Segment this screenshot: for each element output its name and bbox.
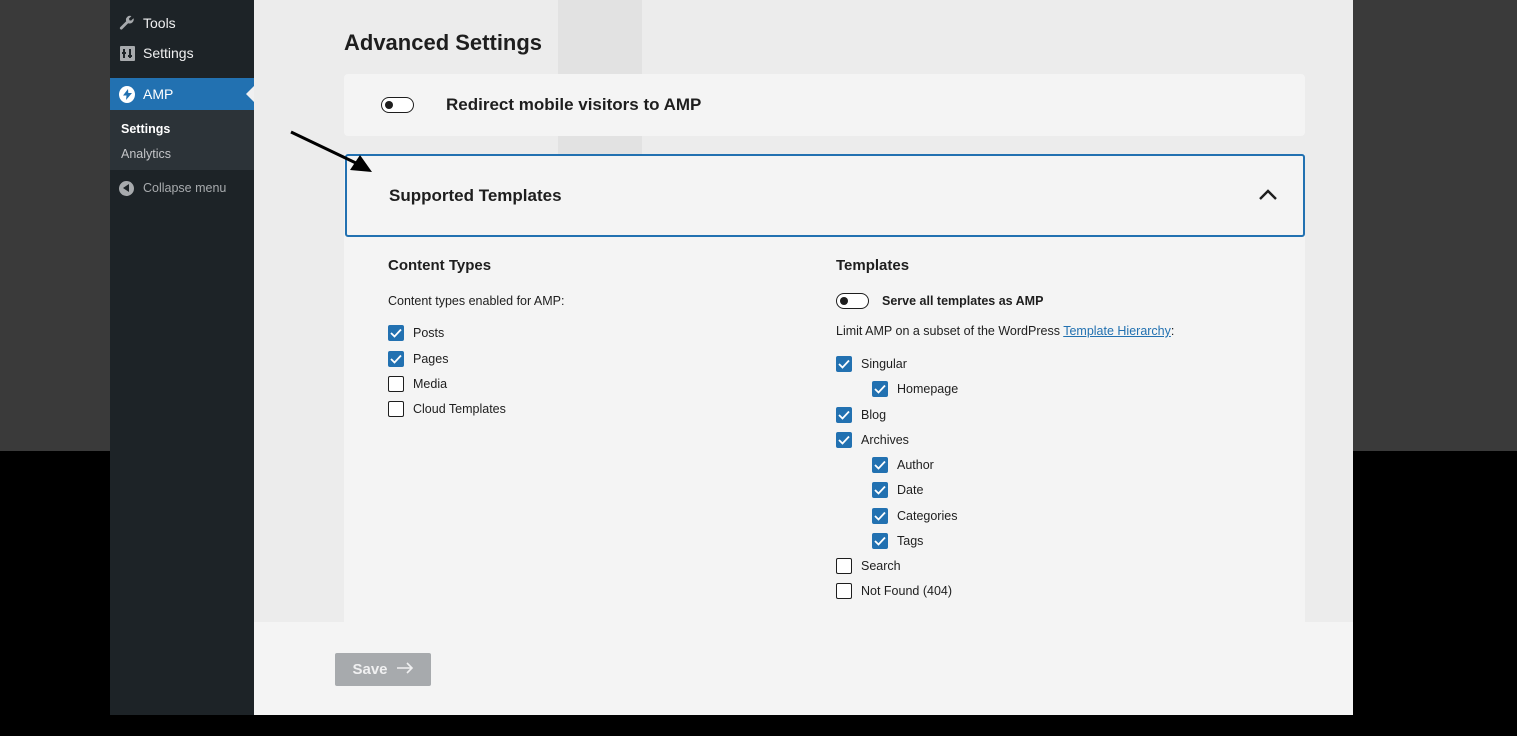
templates-description-text: Limit AMP on a subset of the WordPress [836,324,1064,338]
admin-sidebar: Tools Settings AMP Settings Analytics Co… [110,0,254,715]
template-row[interactable]: Homepage [872,380,958,398]
redirect-label: Redirect mobile visitors to AMP [446,95,702,114]
content-type-checkbox[interactable] [388,351,404,367]
template-hierarchy-link[interactable]: Template Hierarchy [1063,324,1171,338]
collapse-icon [119,180,134,196]
footer-bar: Save [254,622,1353,715]
content-type-label: Pages [413,352,449,366]
template-checkbox[interactable] [836,407,852,423]
page-title: Advanced Settings [344,30,543,55]
submenu-item-settings[interactable]: Settings [121,122,170,136]
chevron-up-icon[interactable] [1257,184,1279,206]
serve-all-toggle[interactable] [836,293,869,309]
content-type-checkbox[interactable] [388,401,404,417]
redirect-card: Redirect mobile visitors to AMP [344,74,1305,136]
template-checkbox[interactable] [836,583,852,599]
template-row[interactable]: Tags [872,532,923,550]
template-label: Blog [861,408,887,422]
sidebar-item-label: Tools [143,15,176,31]
settings-icon [119,45,135,61]
content-types-title: Content Types [388,257,492,274]
sidebar-item-tools[interactable]: Tools [110,8,254,38]
save-button[interactable]: Save [335,653,431,686]
panel-title: Supported Templates [389,186,562,205]
content-type-row[interactable]: Pages [388,350,448,368]
template-checkbox[interactable] [836,558,852,574]
amp-bolt-icon [119,85,135,103]
templates-description: Limit AMP on a subset of the WordPress T… [836,324,1174,338]
template-label: Singular [861,357,907,371]
toggle-knob [840,297,848,305]
template-row[interactable]: Singular [836,355,907,373]
template-label: Author [897,458,934,472]
content-type-label: Posts [413,326,445,340]
template-row[interactable]: Date [872,481,923,499]
current-menu-caret [246,86,254,102]
template-label: Categories [897,509,958,523]
template-row[interactable]: Search [836,557,901,575]
template-row[interactable]: Archives [836,431,909,449]
template-checkbox[interactable] [836,356,852,372]
template-row[interactable]: Not Found (404) [836,582,952,600]
collapse-menu-label: Collapse menu [143,181,227,195]
toggle-knob [385,101,393,109]
template-row[interactable]: Author [872,456,934,474]
collapse-menu-button[interactable]: Collapse menu [110,176,254,200]
amp-submenu: Settings Analytics [110,110,254,170]
submenu-item-analytics[interactable]: Analytics [121,147,171,161]
content-type-row[interactable]: Cloud Templates [388,400,506,418]
supported-templates-panel: Supported Templates Content Types Conten… [344,154,1305,624]
content-type-row[interactable]: Posts [388,324,444,342]
redirect-toggle[interactable] [381,97,414,113]
sidebar-item-label: AMP [143,86,174,102]
content-type-checkbox[interactable] [388,325,404,341]
content-type-label: Cloud Templates [413,402,506,416]
template-row[interactable]: Categories [872,507,957,525]
templates-title: Templates [836,257,910,274]
serve-all-label: Serve all templates as AMP [882,294,1044,308]
template-label: Tags [897,534,924,548]
sidebar-item-settings[interactable]: Settings [110,38,254,68]
template-checkbox[interactable] [872,533,888,549]
content-types-description: Content types enabled for AMP: [388,294,565,308]
main-panel: Advanced Settings Redirect mobile visito… [254,0,1353,715]
template-label: Archives [861,433,909,447]
arrow-right-icon [396,661,414,678]
template-label: Search [861,559,901,573]
supported-templates-header[interactable]: Supported Templates [345,154,1305,237]
template-label: Not Found (404) [861,584,953,598]
annotation-arrow [290,130,372,172]
sidebar-item-label: Settings [143,45,194,61]
template-checkbox[interactable] [836,432,852,448]
template-label: Date [897,483,924,497]
template-checkbox[interactable] [872,508,888,524]
content-type-label: Media [413,377,448,391]
sidebar-item-amp[interactable]: AMP [110,78,254,110]
save-label: Save [352,661,388,678]
content-type-row[interactable]: Media [388,375,447,393]
template-checkbox[interactable] [872,381,888,397]
wrench-icon [119,15,135,31]
template-label: Homepage [897,382,959,396]
template-checkbox[interactable] [872,457,888,473]
templates-description-suffix: : [1170,324,1175,338]
template-checkbox[interactable] [872,482,888,498]
content-type-checkbox[interactable] [388,376,404,392]
template-row[interactable]: Blog [836,406,886,424]
